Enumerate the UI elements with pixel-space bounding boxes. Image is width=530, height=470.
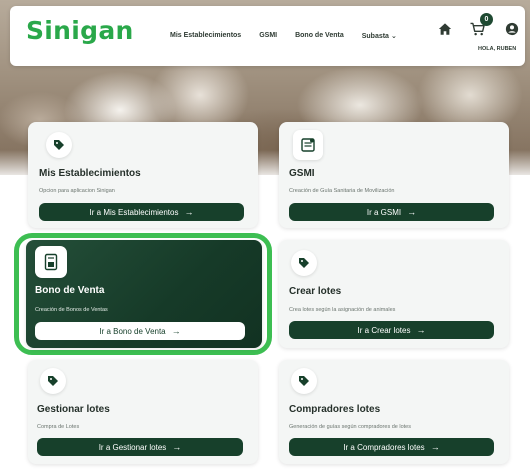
tag-icon [299, 258, 309, 268]
card-description: Compra de Lotes [37, 424, 80, 430]
button-label: Ir a Crear lotes [357, 325, 411, 335]
nav-link-establecimientos[interactable]: Mis Establecimientos [170, 32, 241, 40]
card-crear-lotes: Crear lotes Crea lotes según la asignaci… [279, 240, 509, 348]
card-compradores-lotes: Compradores lotes Generación de guías se… [279, 360, 509, 464]
button-label: Ir a Mis Establecimientos [89, 207, 179, 217]
nav-link-subasta-label: Subasta [361, 33, 389, 40]
arrow-right-icon: → [184, 207, 194, 217]
arrow-right-icon: → [172, 442, 182, 452]
card-title: Gestionar lotes [37, 404, 110, 415]
user-greeting: HOLA, RUBEN [478, 46, 517, 52]
document-icon [301, 138, 315, 152]
go-compradores-lotes-button[interactable]: Ir a Compradores lotes → [289, 438, 494, 456]
navbar: Sinigan Mis Establecimientos GSMI Bono d… [10, 6, 525, 66]
card-title: Crear lotes [289, 286, 342, 297]
user-icon[interactable] [505, 22, 519, 36]
arrow-right-icon: → [430, 442, 440, 452]
receipt-icon [44, 253, 58, 271]
card-title: Bono de Venta [35, 285, 105, 296]
cart-count-badge: 0 [480, 13, 493, 26]
card-mis-establecimientos: Mis Establecimientos Opcion para aplicac… [28, 122, 258, 228]
card-title: GSMI [289, 168, 315, 179]
chevron-down-icon: ⌄ [390, 33, 397, 40]
go-gsmi-button[interactable]: Ir a GSMI → [289, 203, 494, 221]
go-mis-establecimientos-button[interactable]: Ir a Mis Establecimientos → [39, 203, 244, 221]
card-icon-wrapper [46, 132, 72, 158]
arrow-right-icon: → [416, 325, 426, 335]
nav-link-bono-venta[interactable]: Bono de Venta [295, 32, 344, 40]
card-description: Crea lotes según la asignación de animal… [289, 307, 396, 313]
card-description: Opcion para aplicacion Sinigan [39, 188, 115, 194]
button-label: Ir a GSMI [366, 207, 402, 217]
go-gestionar-lotes-button[interactable]: Ir a Gestionar lotes → [37, 438, 243, 456]
button-label: Ir a Compradores lotes [343, 442, 425, 452]
card-bono-de-venta: Bono de Venta Creación de Bonos de Venta… [26, 240, 262, 348]
nav-links: Mis Establecimientos GSMI Bono de Venta … [170, 32, 397, 40]
go-bono-de-venta-button[interactable]: Ir a Bono de Venta → [35, 322, 245, 340]
tag-icon [299, 376, 309, 386]
card-title: Mis Establecimientos [39, 168, 141, 179]
button-label: Ir a Bono de Venta [99, 326, 166, 336]
tag-icon [48, 376, 58, 386]
card-icon-wrapper [291, 368, 317, 394]
card-icon-wrapper [35, 246, 67, 278]
nav-link-subasta[interactable]: Subasta ⌄ [362, 32, 397, 40]
card-icon-wrapper [40, 368, 66, 394]
card-description: Generación de guías según compradores de… [289, 424, 411, 430]
tag-icon [54, 140, 64, 150]
arrow-right-icon: → [407, 207, 417, 217]
card-icon-wrapper [291, 250, 317, 276]
card-title: Compradores lotes [289, 404, 381, 415]
card-gestionar-lotes: Gestionar lotes Compra de Lotes Ir a Ges… [28, 360, 258, 464]
card-description: Creación de Guía Sanitaria de Movilizaci… [289, 188, 395, 194]
card-description: Creación de Bonos de Ventas [35, 307, 108, 313]
nav-link-gsmi[interactable]: GSMI [259, 32, 277, 40]
go-crear-lotes-button[interactable]: Ir a Crear lotes → [289, 321, 494, 339]
home-icon[interactable] [438, 22, 452, 36]
brand-logo[interactable]: Sinigan [26, 16, 134, 45]
card-icon-wrapper [293, 130, 323, 160]
arrow-right-icon: → [171, 326, 181, 336]
card-gsmi: GSMI Creación de Guía Sanitaria de Movil… [279, 122, 509, 228]
button-label: Ir a Gestionar lotes [98, 442, 167, 452]
